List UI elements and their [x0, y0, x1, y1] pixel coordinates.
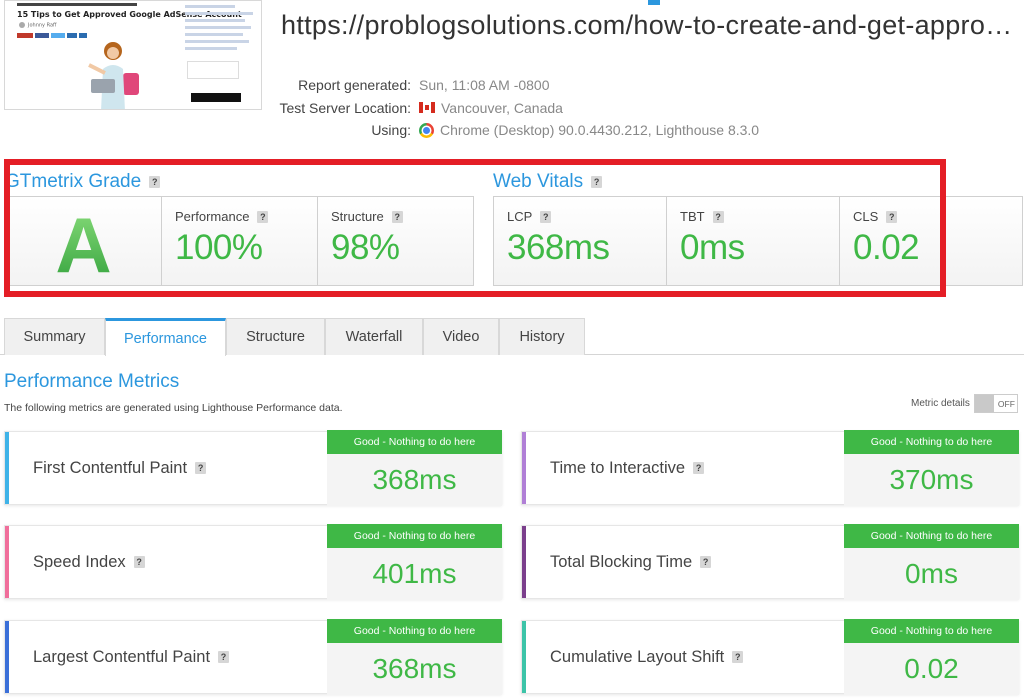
thumbnail-dark-banner — [191, 93, 241, 102]
tab-structure[interactable]: Structure — [226, 318, 325, 355]
metric-card-speed-index: Speed Index? Good - Nothing to do here 4… — [4, 524, 502, 600]
metric-status-badge: Good - Nothing to do here — [327, 524, 502, 548]
chrome-icon — [419, 122, 434, 138]
metric-name: Largest Contentful Paint — [33, 647, 211, 666]
thumbnail-header-bar — [17, 3, 137, 6]
metric-status-badge: Good - Nothing to do here — [327, 619, 502, 643]
metric-name: First Contentful Paint — [33, 458, 188, 477]
metric-name: Speed Index — [33, 552, 126, 571]
thumbnail-author: Johnny Raff — [19, 22, 56, 29]
metric-help-icon[interactable]: ? — [195, 462, 207, 474]
metric-status-badge: Good - Nothing to do here — [844, 430, 1019, 454]
using-value: Chrome (Desktop) 90.0.4430.212, Lighthou… — [440, 122, 760, 139]
metric-card-cumulative-layout-shift: Cumulative Layout Shift? Good - Nothing … — [521, 619, 1019, 695]
highlight-box — [4, 159, 946, 297]
performance-metrics-subtitle: The following metrics are generated usin… — [4, 402, 343, 414]
metric-accent-bar — [5, 621, 9, 693]
thumbnail-share-buttons — [17, 33, 87, 38]
metric-help-icon[interactable]: ? — [693, 462, 705, 474]
performance-metrics-title: Performance Metrics — [4, 371, 180, 392]
canada-flag-icon — [419, 102, 435, 114]
report-generated-row: Report generated: Sun, 11:08 AM -0800 — [240, 74, 840, 97]
metric-name: Time to Interactive — [550, 458, 686, 477]
using-label: Using: — [371, 122, 411, 139]
toggle-state-label: OFF — [997, 398, 1015, 409]
metric-name: Total Blocking Time — [550, 552, 693, 571]
metric-card-largest-contentful-paint: Largest Contentful Paint? Good - Nothing… — [4, 619, 502, 695]
page-screenshot-thumbnail[interactable]: 15 Tips to Get Approved Google AdSense A… — [4, 0, 262, 110]
metric-value: 368ms — [372, 653, 457, 684]
tested-url[interactable]: https://problogsolutions.com/how-to-crea… — [281, 10, 1012, 41]
metric-accent-bar — [5, 526, 9, 598]
metric-accent-bar — [522, 621, 526, 693]
metric-name: Cumulative Layout Shift — [550, 647, 725, 666]
tab-history[interactable]: History — [499, 318, 585, 355]
metric-card-first-contentful-paint: First Contentful Paint? Good - Nothing t… — [4, 430, 502, 506]
metric-status-badge: Good - Nothing to do here — [844, 524, 1019, 548]
metric-card-time-to-interactive: Time to Interactive? Good - Nothing to d… — [521, 430, 1019, 506]
report-tabs: Summary Performance Structure Waterfall … — [0, 318, 1024, 356]
metric-help-icon[interactable]: ? — [218, 651, 230, 663]
using-row: Using: Chrome (Desktop) 90.0.4430.212, L… — [240, 119, 840, 142]
report-generated-label: Report generated: — [298, 77, 411, 94]
metric-value: 0.02 — [904, 653, 959, 684]
metric-help-icon[interactable]: ? — [732, 651, 744, 663]
thumbnail-person-illustration — [88, 42, 139, 109]
metric-value: 0ms — [905, 558, 958, 589]
metric-value: 368ms — [372, 464, 457, 495]
metric-value: 370ms — [889, 464, 974, 495]
metric-help-icon[interactable]: ? — [700, 556, 712, 568]
tab-video[interactable]: Video — [423, 318, 499, 355]
tab-waterfall[interactable]: Waterfall — [325, 318, 423, 355]
metric-accent-bar — [522, 432, 526, 504]
metric-value: 401ms — [372, 558, 457, 589]
thumbnail-widget — [187, 61, 239, 79]
url-accent-bar — [648, 0, 660, 5]
metric-status-badge: Good - Nothing to do here — [327, 430, 502, 454]
tab-performance[interactable]: Performance — [105, 318, 226, 356]
tab-summary[interactable]: Summary — [4, 318, 105, 355]
metric-details-label: Metric details — [911, 398, 970, 409]
metric-card-total-blocking-time: Total Blocking Time? Good - Nothing to d… — [521, 524, 1019, 600]
metric-details-control: Metric details OFF — [911, 394, 1018, 413]
test-server-location-value: Vancouver, Canada — [441, 99, 563, 116]
test-server-location-label: Test Server Location: — [279, 99, 411, 116]
metric-help-icon[interactable]: ? — [133, 556, 145, 568]
metric-accent-bar — [522, 526, 526, 598]
metric-status-badge: Good - Nothing to do here — [844, 619, 1019, 643]
metric-details-toggle[interactable]: OFF — [973, 394, 1018, 413]
thumbnail-sidebar — [185, 1, 257, 54]
toggle-knob — [974, 395, 994, 412]
report-generated-value: Sun, 11:08 AM -0800 — [419, 77, 550, 94]
report-info: Report generated: Sun, 11:08 AM -0800 Te… — [240, 74, 840, 142]
metric-accent-bar — [5, 432, 9, 504]
test-server-location-row: Test Server Location: Vancouver, Canada — [240, 97, 840, 120]
